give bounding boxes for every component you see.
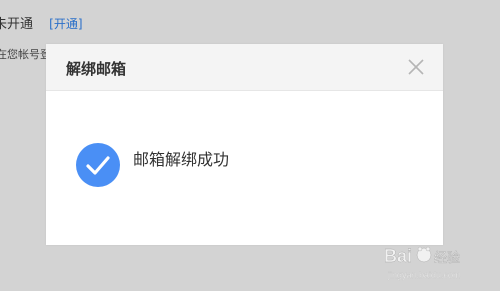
account-hint-text: 在您帐号登	[0, 48, 51, 61]
page: 未开通 [开通] 在您帐号登 解绑邮箱 邮箱解绑成功 Bai 经验 jingya…	[0, 0, 500, 291]
dialog-title: 解绑邮箱	[66, 60, 127, 78]
baidu-jingyan-watermark: Bai 经验 jingyan.baidu.com	[382, 238, 492, 284]
open-link[interactable]: [开通]	[49, 17, 82, 31]
success-message: 邮箱解绑成功	[133, 150, 230, 169]
check-circle-icon	[76, 143, 120, 187]
svg-text:经验: 经验	[434, 250, 460, 265]
svg-text:Bai: Bai	[384, 246, 412, 266]
unbind-email-dialog: 解绑邮箱 邮箱解绑成功	[46, 44, 443, 245]
dialog-header: 解绑邮箱	[46, 44, 443, 91]
account-status-text: 未开通	[0, 17, 34, 32]
dialog-body: 邮箱解绑成功	[46, 91, 443, 245]
close-icon[interactable]	[407, 58, 425, 76]
account-status-row: 未开通 [开通]	[0, 13, 83, 32]
svg-text:jingyan.baidu.com: jingyan.baidu.com	[387, 270, 461, 280]
